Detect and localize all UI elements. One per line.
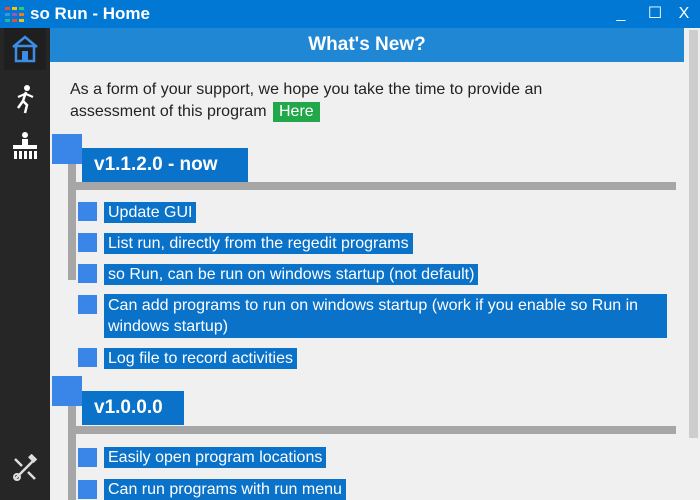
sidebar-item-settings[interactable] bbox=[4, 448, 46, 490]
version-title: v1.1.2.0 - now bbox=[82, 148, 248, 182]
list-item-bullet bbox=[78, 480, 97, 499]
list-item: Can run programs with run menu bbox=[104, 479, 346, 500]
app-icon bbox=[5, 7, 25, 23]
list-item: List run, directly from the regedit prog… bbox=[104, 233, 413, 254]
sidebar-item-startup[interactable] bbox=[4, 126, 46, 168]
version-marker bbox=[52, 376, 82, 406]
sidebar bbox=[0, 28, 50, 500]
window-title: so Run - Home bbox=[30, 4, 150, 23]
list-item: so Run, can be run on windows startup (n… bbox=[104, 264, 479, 285]
intro-paragraph: As a form of your support, we hope you t… bbox=[70, 79, 630, 123]
maximize-button[interactable]: ☐ bbox=[640, 2, 670, 26]
list-item-bullet bbox=[78, 233, 97, 252]
version-title: v1.0.0.0 bbox=[82, 391, 184, 425]
list-item: Log file to record activities bbox=[104, 348, 297, 369]
version-divider bbox=[68, 426, 676, 434]
settings-icon bbox=[13, 454, 38, 481]
hurdle-icon bbox=[13, 132, 37, 159]
list-item-bullet bbox=[78, 348, 97, 367]
title-bar: so Run - Home _ ☐ X bbox=[0, 0, 700, 28]
main-panel: What's New? As a form of your support, w… bbox=[50, 28, 700, 500]
list-item: Update GUI bbox=[104, 202, 197, 223]
list-item-bullet bbox=[78, 448, 97, 467]
version-marker bbox=[52, 134, 82, 164]
scrollbar[interactable] bbox=[686, 28, 700, 500]
list-item-bullet bbox=[78, 295, 97, 314]
list-item-bullet bbox=[78, 264, 97, 283]
version-rail bbox=[68, 160, 76, 280]
list-item-bullet bbox=[78, 202, 97, 221]
runner-icon bbox=[16, 85, 34, 114]
minimize-button[interactable]: _ bbox=[606, 2, 636, 26]
list-item: Can add programs to run on windows start… bbox=[104, 294, 667, 338]
sidebar-item-run[interactable] bbox=[4, 78, 46, 120]
here-link-button[interactable]: Here bbox=[272, 102, 320, 122]
home-icon bbox=[12, 35, 38, 63]
version-divider bbox=[68, 182, 676, 190]
sidebar-item-home[interactable] bbox=[4, 28, 46, 70]
page-title: What's New? bbox=[50, 28, 684, 62]
version-rail bbox=[68, 400, 76, 500]
list-item: Easily open program locations bbox=[104, 447, 327, 468]
scrollbar-thumb[interactable] bbox=[689, 30, 698, 438]
close-button[interactable]: X bbox=[669, 2, 699, 26]
